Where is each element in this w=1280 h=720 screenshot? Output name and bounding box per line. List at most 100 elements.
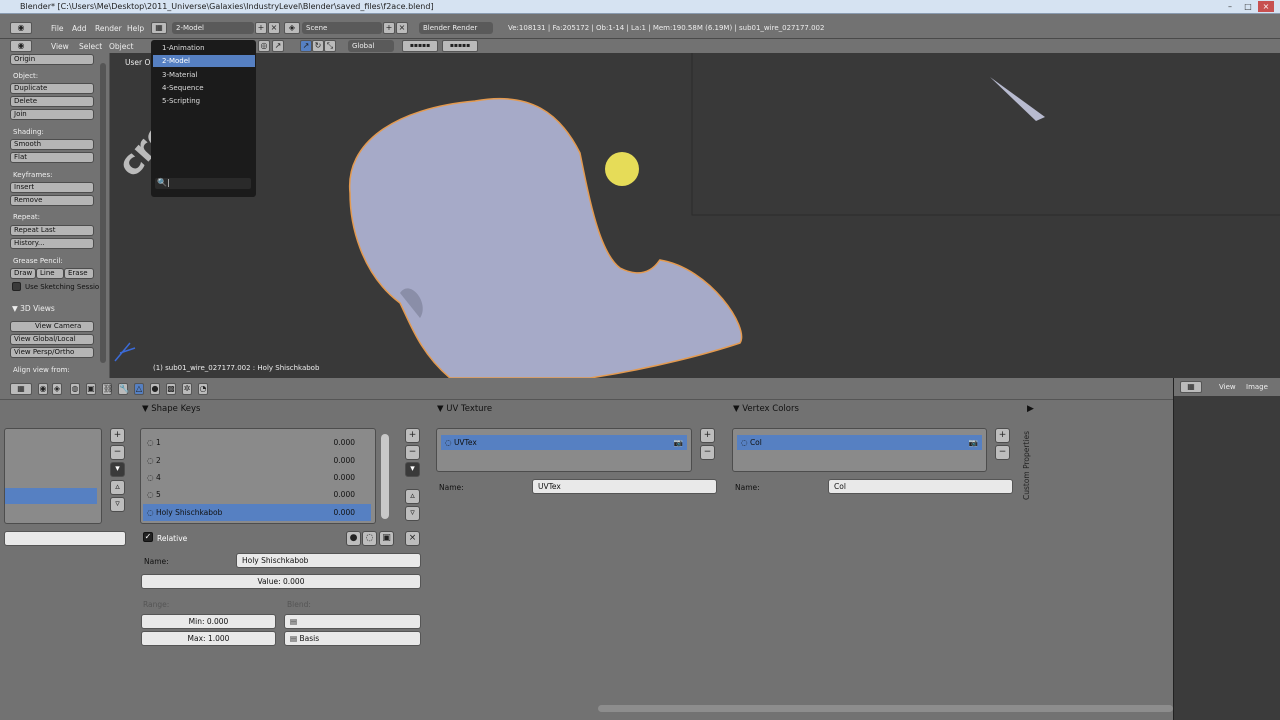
- origin-button[interactable]: Origin: [10, 54, 94, 65]
- constraint-tab-icon[interactable]: ⛓: [102, 383, 113, 395]
- duplicate-button[interactable]: Duplicate: [10, 83, 94, 94]
- material-tab-icon[interactable]: ●: [150, 383, 160, 395]
- sketching-checkbox[interactable]: [12, 282, 21, 291]
- texture-tab-icon[interactable]: ▩: [166, 383, 176, 395]
- shape-key-apply-button[interactable]: ▣: [379, 531, 394, 546]
- vgroup-menu-button[interactable]: ▾: [110, 462, 125, 477]
- erase-button[interactable]: Erase: [64, 268, 94, 279]
- add-screen-icon[interactable]: +: [255, 22, 267, 34]
- shape-key-edit-mode-button[interactable]: ◌: [362, 531, 377, 546]
- remove-uv-button[interactable]: −: [700, 445, 715, 460]
- shape-key-row[interactable]: ◌ 5 0.000: [143, 486, 371, 503]
- layers-icon[interactable]: ▪▪▪▪▪: [402, 40, 438, 52]
- layout-item-animation[interactable]: 1-Animation: [153, 42, 255, 54]
- view-persp-button[interactable]: View Persp/Ortho: [10, 347, 94, 358]
- uv-active-render-icon[interactable]: 📷: [674, 435, 683, 450]
- scene-tab-icon[interactable]: ◈: [52, 383, 62, 395]
- uv-name-field[interactable]: UVTex: [532, 479, 717, 494]
- delete-button[interactable]: Delete: [10, 96, 94, 107]
- shape-key-down-button[interactable]: ▿: [405, 506, 420, 521]
- add-uv-button[interactable]: +: [700, 428, 715, 443]
- insert-keyframe-button[interactable]: Insert: [10, 182, 94, 193]
- scene-field[interactable]: Scene: [302, 22, 382, 34]
- vertex-colors-header[interactable]: ▼ Vertex Colors: [733, 404, 799, 414]
- shape-key-value[interactable]: 0.000: [334, 504, 355, 521]
- rotate-icon[interactable]: ↻: [312, 40, 324, 52]
- menu-render[interactable]: Render: [95, 24, 122, 33]
- custom-properties-label[interactable]: Custom Properties: [1022, 431, 1031, 500]
- menu-select[interactable]: Select: [79, 42, 102, 51]
- range-min-field[interactable]: Min: 0.000: [141, 614, 276, 629]
- properties-editor-icon[interactable]: ▦: [10, 383, 32, 395]
- shape-keys-list[interactable]: ◌ 1 0.000 ◌ 2 0.000 ◌ 4 0.000 ◌ 5 0.000 ◌ Ho…: [140, 428, 389, 524]
- shape-key-clear-button[interactable]: ×: [405, 531, 420, 546]
- render-engine-select[interactable]: Blender Render: [419, 22, 493, 34]
- remove-scene-icon[interactable]: ×: [396, 22, 408, 34]
- close-button[interactable]: ×: [1258, 1, 1274, 12]
- vcol-name-field[interactable]: Col: [828, 479, 1013, 494]
- remove-screen-icon[interactable]: ×: [268, 22, 280, 34]
- shape-key-row[interactable]: ◌ 2 0.000: [143, 452, 371, 469]
- remove-vcol-button[interactable]: −: [995, 445, 1010, 460]
- range-max-field[interactable]: Max: 1.000: [141, 631, 276, 646]
- physics-tab-icon[interactable]: ◔: [198, 383, 208, 395]
- vcol-active-render-icon[interactable]: 📷: [969, 435, 978, 450]
- maximize-button[interactable]: □: [1240, 1, 1256, 12]
- remove-keyframe-button[interactable]: Remove: [10, 195, 94, 206]
- vertex-group-selected-row[interactable]: [5, 488, 97, 504]
- layout-item-material[interactable]: 3-Material: [153, 69, 255, 81]
- image-view-menu[interactable]: View: [1219, 383, 1236, 391]
- vertex-color-row[interactable]: ◌ Col 📷: [737, 435, 982, 450]
- vgroup-down-button[interactable]: ▿: [110, 497, 125, 512]
- views-panel-header[interactable]: ▼ 3D Views: [12, 304, 55, 313]
- relative-key-field[interactable]: ▤ Basis: [284, 631, 421, 646]
- pivot-icon[interactable]: ◎: [258, 40, 270, 52]
- render-tab-icon[interactable]: ◉: [38, 383, 48, 395]
- translate-icon[interactable]: ↗: [300, 40, 312, 52]
- menu-help[interactable]: Help: [127, 24, 144, 33]
- shape-keys-header[interactable]: ▼ Shape Keys: [142, 404, 200, 414]
- shape-key-up-button[interactable]: ▵: [405, 489, 420, 504]
- shape-key-name-field[interactable]: Holy Shischkabob: [236, 553, 421, 568]
- line-button[interactable]: Line: [36, 268, 64, 279]
- view3d-editor-icon[interactable]: ◉: [10, 40, 32, 52]
- vgroup-up-button[interactable]: ▵: [110, 480, 125, 495]
- editor-type-icon[interactable]: ◉: [10, 22, 32, 34]
- shape-key-value[interactable]: 0.000: [334, 486, 355, 503]
- smooth-button[interactable]: Smooth: [10, 139, 94, 150]
- uv-texture-row[interactable]: ◌ UVTex 📷: [441, 435, 687, 450]
- blend-vgroup-field[interactable]: ▤: [284, 614, 421, 629]
- minimize-button[interactable]: –: [1222, 1, 1238, 12]
- image-editor[interactable]: ▦ View Image: [1173, 378, 1280, 720]
- screen-layout-icon[interactable]: ▦: [151, 22, 167, 34]
- layout-item-sequence[interactable]: 4-Sequence: [153, 82, 255, 94]
- properties-horizontal-scrollbar[interactable]: [598, 705, 1173, 712]
- image-image-menu[interactable]: Image: [1246, 383, 1268, 391]
- add-vcol-button[interactable]: +: [995, 428, 1010, 443]
- shape-key-menu-button[interactable]: ▾: [405, 462, 420, 477]
- scene-icon[interactable]: ◈: [284, 22, 300, 34]
- uv-texture-header[interactable]: ▼ UV Texture: [437, 404, 492, 414]
- menu-add[interactable]: Add: [72, 24, 87, 33]
- shape-key-value[interactable]: 0.000: [334, 452, 355, 469]
- shape-key-value[interactable]: 0.000: [334, 469, 355, 486]
- menu-file[interactable]: File: [51, 24, 64, 33]
- relative-checkbox[interactable]: ✓: [143, 532, 153, 542]
- view-global-button[interactable]: View Global/Local: [10, 334, 94, 345]
- vertex-groups-list[interactable]: [4, 428, 102, 524]
- uv-texture-list[interactable]: ◌ UVTex 📷: [436, 428, 692, 472]
- shape-key-row-selected[interactable]: ◌ Holy Shischkabob 0.000: [143, 504, 371, 521]
- vertex-colors-list[interactable]: ◌ Col 📷: [732, 428, 987, 472]
- layout-item-scripting[interactable]: 5-Scripting: [153, 95, 255, 107]
- modifier-tab-icon[interactable]: 🔧: [118, 383, 129, 395]
- remove-vgroup-button[interactable]: −: [110, 445, 125, 460]
- particles-tab-icon[interactable]: ✲: [182, 383, 192, 395]
- menu-view[interactable]: View: [51, 42, 69, 51]
- vgroup-name-field[interactable]: [4, 531, 126, 546]
- custom-props-expand-icon[interactable]: ▶: [1027, 404, 1034, 414]
- shape-keys-scrollbar[interactable]: [381, 434, 389, 519]
- object-tab-icon[interactable]: ▣: [86, 383, 96, 395]
- view-camera-button[interactable]: View Camera: [10, 321, 94, 332]
- menu-object[interactable]: Object: [109, 42, 133, 51]
- shape-key-pin-button[interactable]: ●: [346, 531, 361, 546]
